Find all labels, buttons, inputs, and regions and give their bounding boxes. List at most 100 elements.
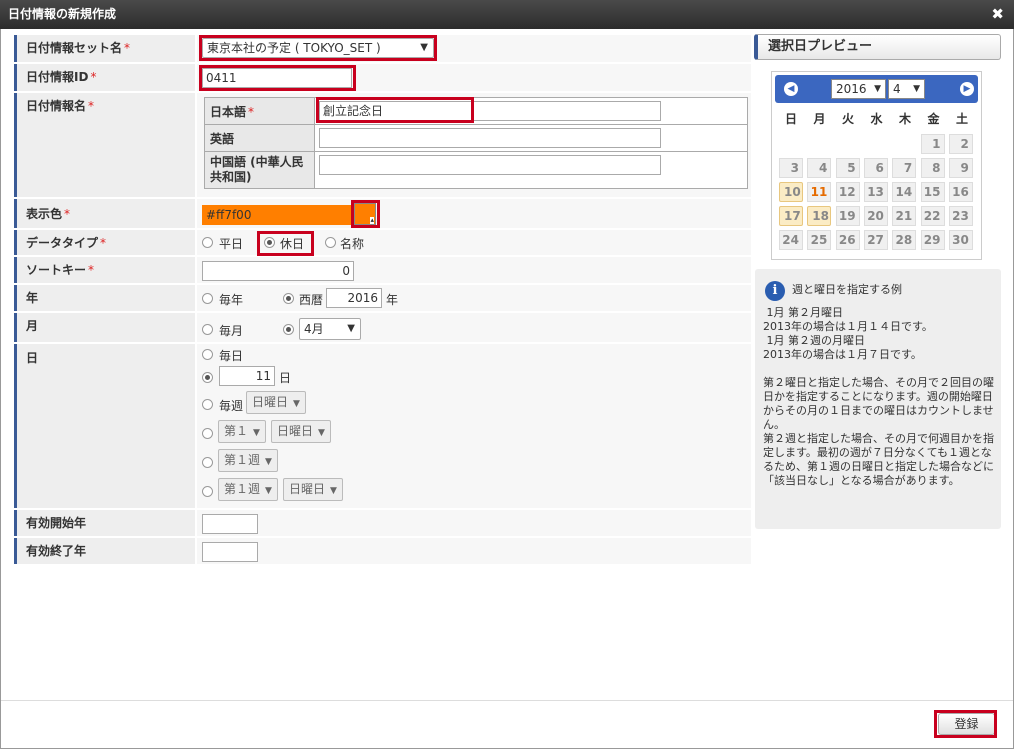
calendar-day[interactable]: 8	[920, 158, 945, 178]
lang-label-ja: 日本語 *	[204, 97, 315, 125]
label-day: 日	[14, 344, 195, 508]
label-ad: 西暦	[299, 293, 324, 307]
calendar-day[interactable]: 27	[863, 230, 888, 250]
calendar-day[interactable]: 12	[835, 182, 860, 202]
calendar-day[interactable]: 4	[807, 158, 832, 178]
label-every-year: 毎年	[219, 293, 244, 307]
chevron-down-icon: ▼	[347, 323, 355, 334]
radio-name[interactable]	[325, 237, 336, 248]
highlight-box	[316, 97, 474, 123]
calendar-day[interactable]: 9	[948, 158, 973, 178]
radio-every-year[interactable]	[202, 293, 213, 304]
calendar-day[interactable]: 3	[779, 158, 803, 178]
radio-weekly[interactable]	[202, 399, 213, 410]
highlight-box	[351, 200, 380, 228]
weekday-header: 水	[870, 112, 883, 126]
label-sort-key: ソートキー *	[14, 257, 195, 283]
weekday-select-nth-week[interactable]: 日曜日 ▼	[283, 478, 343, 501]
label-name-type: 名称	[340, 237, 365, 251]
radio-nth-week[interactable]	[202, 457, 213, 468]
calendar-day[interactable]: 5	[835, 158, 860, 178]
calendar-day[interactable]: 10	[779, 182, 803, 202]
row-data-type: データタイプ * 平日 休日 名称	[14, 230, 751, 257]
name-zh-input[interactable]	[319, 155, 661, 175]
calendar-day[interactable]: 26	[835, 230, 860, 250]
close-icon[interactable]: ✖	[991, 0, 1004, 29]
radio-nth-week-weekday[interactable]	[202, 486, 213, 497]
color-input[interactable]: #ff7f00	[202, 205, 352, 225]
label-every-month: 毎月	[219, 324, 244, 338]
row-year: 年 毎年 西暦 2016 年	[14, 285, 751, 313]
label-name: 日付情報名 *	[14, 93, 195, 197]
label-color: 表示色 *	[14, 199, 195, 228]
nth-select[interactable]: 第１ ▼	[218, 420, 266, 443]
label-id: 日付情報ID *	[14, 64, 195, 91]
valid-end-input[interactable]	[202, 542, 258, 562]
label-valid-end: 有効終了年	[14, 538, 195, 564]
calendar-day[interactable]: 6	[863, 158, 888, 178]
calendar-month-select[interactable]: 4 ▼	[888, 79, 925, 99]
next-month-icon[interactable]: ▶	[960, 82, 974, 96]
calendar-day[interactable]: 20	[863, 206, 888, 226]
radio-ad-year[interactable]	[283, 293, 294, 304]
highlight-box	[257, 231, 314, 256]
calendar-day[interactable]: 17	[779, 206, 803, 226]
radio-weekday[interactable]	[202, 237, 213, 248]
dialog-title: 日付情報の新規作成	[8, 7, 117, 21]
nth-week-select[interactable]: 第１週 ▼	[218, 449, 278, 472]
calendar-day[interactable]: 2	[948, 134, 973, 154]
calendar-day[interactable]: 21	[892, 206, 917, 226]
label-year: 年	[14, 285, 195, 311]
calendar-day[interactable]: 19	[835, 206, 860, 226]
calendar-day[interactable]: 18	[807, 206, 832, 226]
weekday-header: 火	[841, 112, 854, 126]
calendar-day[interactable]: 16	[948, 182, 973, 202]
row-valid-start: 有効開始年	[14, 510, 751, 538]
calendar-day[interactable]: 7	[892, 158, 917, 178]
radio-every-day[interactable]	[202, 349, 213, 360]
day-input[interactable]: 11	[219, 366, 275, 386]
radio-nth-weekday[interactable]	[202, 428, 213, 439]
weekday-select-nth[interactable]: 日曜日 ▼	[271, 420, 331, 443]
radio-every-month[interactable]	[202, 324, 213, 335]
nth-week-select-2[interactable]: 第１週 ▼	[218, 478, 278, 501]
calendar-day[interactable]: 11	[807, 182, 832, 202]
calendar-day[interactable]: 1	[920, 134, 945, 154]
weekday-header: 木	[898, 112, 911, 126]
weekday-header: 土	[955, 112, 968, 126]
radio-select-month[interactable]	[283, 324, 294, 335]
calendar-year-select[interactable]: 2016 ▼	[831, 79, 886, 99]
month-select[interactable]: 4月 ▼	[299, 318, 361, 340]
calendar-day[interactable]: 15	[920, 182, 945, 202]
valid-start-input[interactable]	[202, 514, 258, 534]
row-id: 日付情報ID * 0411	[14, 64, 751, 93]
name-locale-table: 日本語 * 創立記念日 英語 中国語 (中華人民共和国)	[204, 97, 748, 189]
dialog-titlebar: 日付情報の新規作成 ✖	[0, 0, 1014, 29]
calendar-day[interactable]: 24	[779, 230, 803, 250]
row-month: 月 毎月 4月 ▼	[14, 313, 751, 344]
preview-calendar: ◀ 2016 ▼ 4 ▼ ▶ 日月火水木金土 1 2 3 4 5 6 7 8 9 10 11 12 13 14 1…	[771, 71, 982, 260]
highlight-box	[199, 35, 437, 61]
weekday-select-weekly[interactable]: 日曜日 ▼	[246, 391, 306, 414]
calendar-day[interactable]: 28	[892, 230, 917, 250]
calendar-day[interactable]: 25	[807, 230, 832, 250]
calendar-day[interactable]: 29	[920, 230, 945, 250]
row-sort-key: ソートキー * 0	[14, 257, 751, 285]
radio-specific-day[interactable]	[202, 372, 213, 383]
highlight-box	[934, 710, 997, 738]
row-day: 日 毎日 11 日 毎週 日曜日 ▼ 第１ ▼ 日曜日 ▼ 第１週 ▼ 第１週 ▼ 日曜日…	[14, 344, 751, 510]
preview-header: 選択日プレビュー	[754, 34, 1001, 60]
calendar-day[interactable]: 30	[948, 230, 973, 250]
year-input[interactable]: 2016	[326, 288, 382, 308]
date-info-form: 日付情報セット名 * 東京本社の予定 ( TOKYO_SET ) ▼ 日付情報ID *…	[14, 35, 751, 566]
row-set-name: 日付情報セット名 * 東京本社の予定 ( TOKYO_SET ) ▼	[14, 35, 751, 64]
label-month: 月	[14, 313, 195, 342]
calendar-day[interactable]: 14	[892, 182, 917, 202]
sort-key-input[interactable]: 0	[202, 261, 354, 281]
label-data-type: データタイプ *	[14, 230, 195, 255]
calendar-day[interactable]: 22	[920, 206, 945, 226]
name-en-input[interactable]	[319, 128, 661, 148]
prev-month-icon[interactable]: ◀	[784, 82, 798, 96]
calendar-day[interactable]: 13	[863, 182, 888, 202]
calendar-day[interactable]: 23	[948, 206, 973, 226]
